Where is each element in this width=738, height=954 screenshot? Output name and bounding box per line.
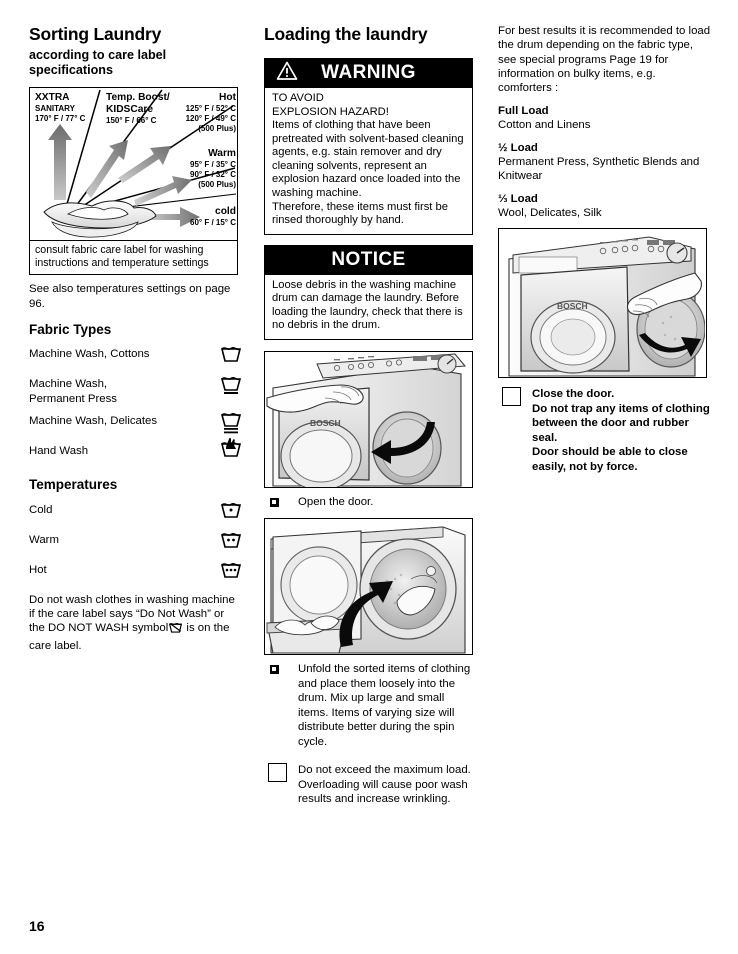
step-max-load: Do not exceed the maximum load. Overload… [264,763,477,806]
washing-machine-open-door-illustration: BOSCH [264,350,473,488]
load-intro-text: For best results it is recommended to lo… [498,25,711,95]
temperature-label: Warm [29,533,59,546]
step-unfold-text: Unfold the sorted items of clothing and … [298,663,471,748]
temp-label-hot: Hot 125° F / 52° C 120° F / 49° C (500 P… [185,92,236,133]
load-type-body: Wool, Delicates, Silk [498,206,602,219]
warning-body: TO AVOID EXPLOSION HAZARD! Items of clot… [264,88,473,235]
notice-body: Loose debris in the washing machine drum… [264,274,473,340]
fabric-type-row: Machine Wash, Delicates [29,413,242,436]
temp-label-xxtra: XXTRA SANITARY 170° F / 77° C [35,92,86,124]
step-bullet-icon [270,665,279,675]
load-type-heading: ⅓ Load [498,192,538,205]
step-open-door-text: Open the door. [298,495,374,508]
temp-label-cold: cold 60° F / 15° C [190,206,236,228]
step-bullet-icon [270,497,279,507]
temp-label-warm: Warm 95° F / 35° C 90° F / 32° C (500 Pl… [190,148,236,189]
load-type-body: Cotton and Linens [498,119,591,132]
temperature-row: Cold [29,500,242,525]
fabric-type-label: Machine Wash, Cottons [29,348,150,361]
fabric-type-label: Hand Wash [29,445,89,458]
warning-triangle-icon [276,61,298,86]
loading-laundry-title: Loading the laundry [264,24,428,44]
fabric-type-row: Machine Wash, Cottons [29,347,242,369]
brand-label: BOSCH [310,418,341,428]
page-title: Sorting Laundry [29,24,162,44]
wash-tub-one-bar-icon [220,374,242,401]
temperature-row: Hot [29,560,242,585]
fabric-type-row: Machine Wash, Permanent Press [29,377,242,406]
step-close-door: Close the door. Do not trap any items of … [498,387,711,474]
page-subtitle: according to care label specifications [29,48,167,78]
do-not-wash-note: Do not wash clothes in washing machine i… [29,593,242,653]
load-type-body: Permanent Press, Synthetic Blends and Kn… [498,155,700,183]
temperature-label: Cold [29,503,53,516]
page-number: 16 [29,918,45,934]
load-type-heading: Full Load [498,104,549,117]
temperature-chart-figure: XXTRA SANITARY 170° F / 77° C Temp. Boos… [29,87,238,276]
notice-box: NOTICE Loose debris in the washing machi… [264,244,473,340]
brand-label: BOSCH [557,301,588,311]
temp-label-temp-boost: Temp. Boost/ KIDSCare 150° F / 66° C [106,92,170,126]
temperatures-heading: Temperatures [29,477,118,493]
see-also-note: See also temperatures settings on page 9… [29,283,231,310]
notice-header: NOTICE [264,244,473,275]
fabric-type-label: Machine Wash, Permanent Press [29,378,117,405]
step-max-load-text: Do not exceed the maximum load. Overload… [298,764,471,806]
warning-box: WARNING TO AVOID EXPLOSION HAZARD! Items… [264,58,473,235]
warning-heading: WARNING [321,62,416,84]
load-type-full: Full Load Cotton and Linens [498,104,711,133]
step-open-door: Open the door. [264,495,477,509]
load-type-third: ⅓ Load Wool, Delicates, Silk [498,192,711,221]
wash-tub-two-dot-icon [220,530,242,555]
left-column: Sorting Laundry according to care label … [29,24,242,661]
step-checkbox-icon[interactable] [268,763,287,783]
step-checkbox-icon[interactable] [502,387,521,407]
temperature-row: Warm [29,530,242,555]
fabric-types-heading: Fabric Types [29,321,112,337]
warning-header: WARNING [264,58,473,89]
notice-heading: NOTICE [331,248,406,270]
load-type-heading: ½ Load [498,141,538,154]
fabric-type-label: Machine Wash, Delicates [29,415,158,428]
right-column: For best results it is recommended to lo… [498,24,711,483]
load-type-half: ½ Load Permanent Press, Synthetic Blends… [498,141,711,184]
hand-wash-tub-icon [220,436,242,465]
wash-tub-three-dot-icon [220,560,242,585]
washing-machine-close-door-illustration: BOSCH [498,228,707,379]
fabric-type-row: Hand Wash [29,438,242,466]
middle-column: Loading the laundry WARNING TO AVOID EXP… [264,24,477,816]
loading-laundry-into-drum-illustration [264,518,473,656]
temperature-chart-caption: consult fabric care label for washing in… [30,240,237,274]
document-page: Sorting Laundry according to care label … [0,0,738,954]
step-unfold-clothing: Unfold the sorted items of clothing and … [264,662,477,749]
temperature-chart-graphic: XXTRA SANITARY 170° F / 77° C Temp. Boos… [30,88,237,240]
wash-tub-icon [220,344,242,369]
wash-tub-one-dot-icon [220,500,242,525]
temperature-label: Hot [29,563,47,576]
do-not-wash-tub-icon [168,623,183,637]
step-close-door-text: Close the door. Do not trap any items of … [532,388,710,473]
